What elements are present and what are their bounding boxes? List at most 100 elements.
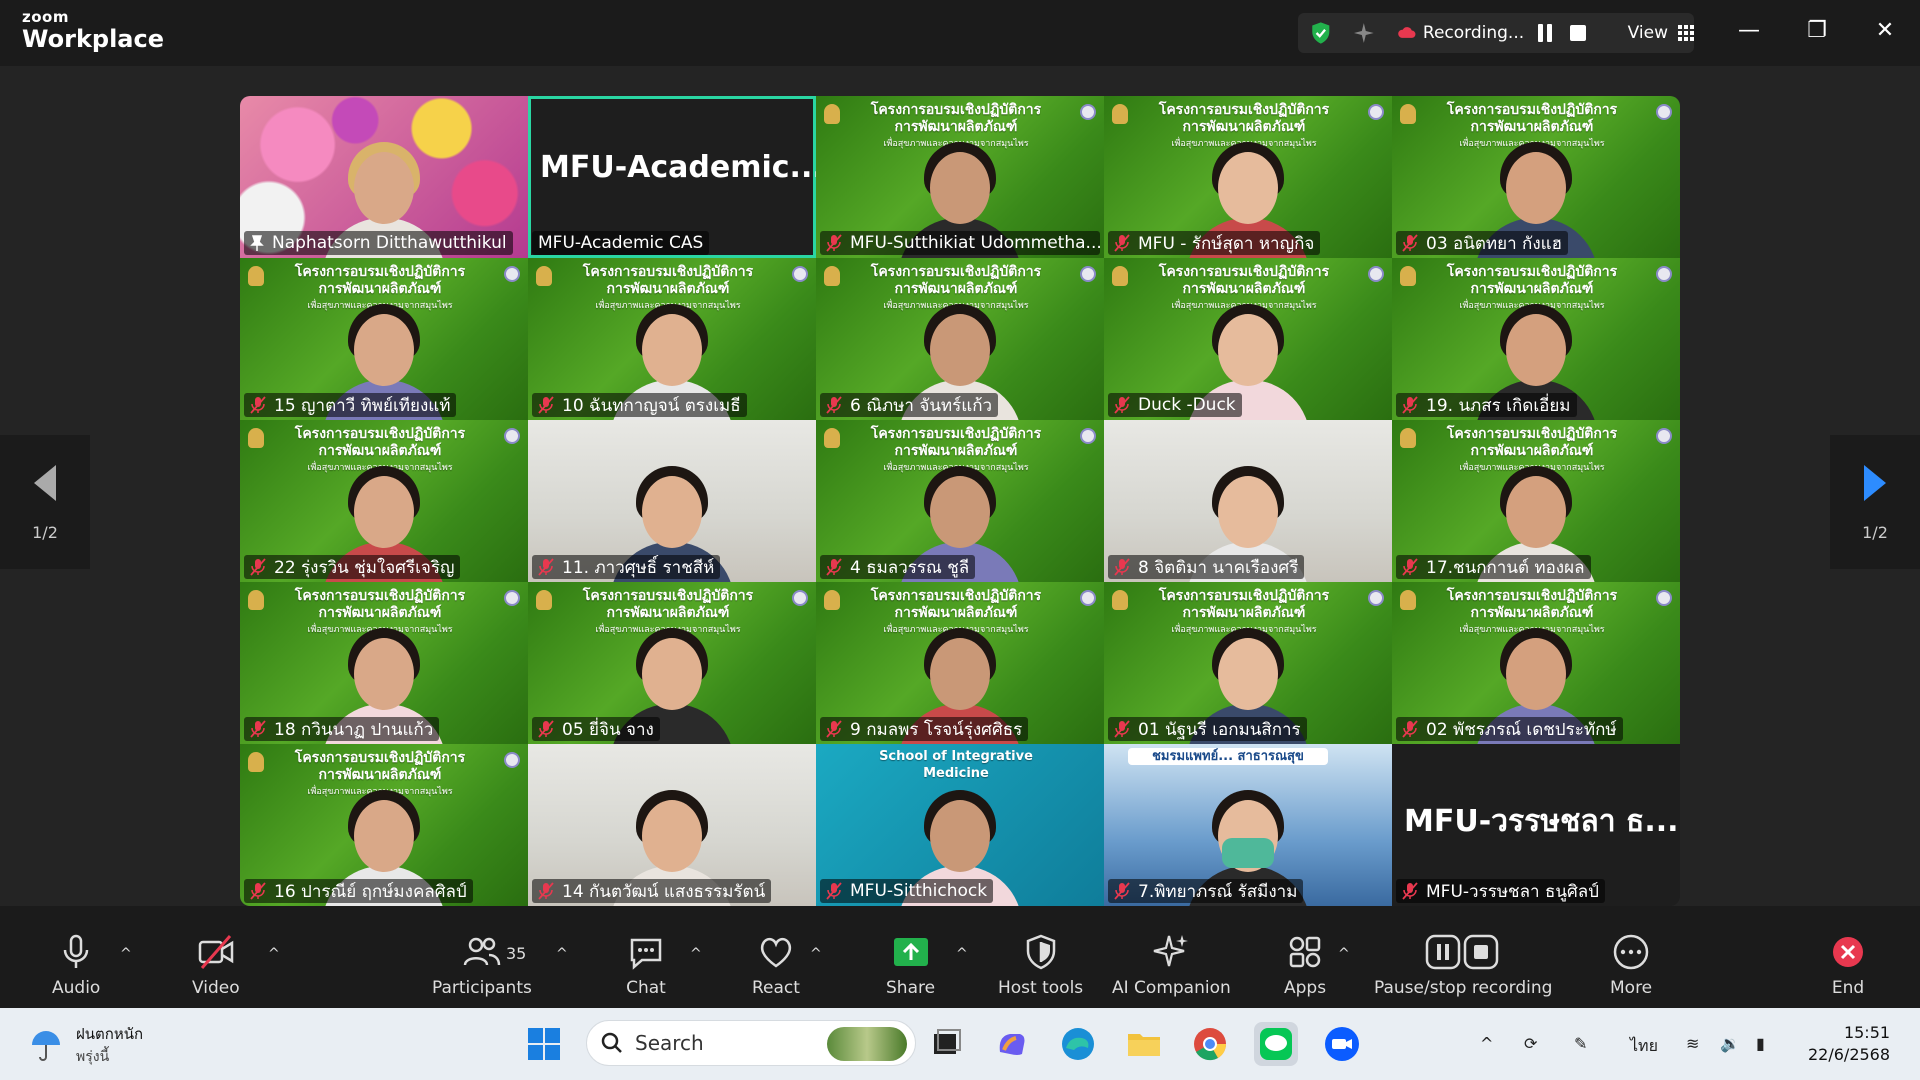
- participant-name: MFU - รักษ์สุดา หาญกิจ: [1138, 233, 1315, 254]
- wifi-icon[interactable]: ≋: [1686, 1034, 1699, 1053]
- participants-options-caret[interactable]: ^: [556, 946, 568, 962]
- pen-input-icon[interactable]: ✎: [1574, 1034, 1587, 1053]
- participant-tile[interactable]: โครงการอบรมเชิงปฏิบัติการ การพัฒนาผลิตภัณ…: [816, 420, 1104, 582]
- share-options-caret[interactable]: ^: [956, 946, 968, 962]
- participant-tile[interactable]: School of Integrative Medicine MFU-Sitthi…: [816, 744, 1104, 906]
- show-hidden-icons[interactable]: ^: [1480, 1034, 1493, 1053]
- participant-tile[interactable]: Naphatsorn Ditthawutthikul: [240, 96, 528, 258]
- seal-icon: [1656, 428, 1672, 444]
- apps-button[interactable]: Apps: [1284, 932, 1326, 998]
- participant-tile[interactable]: โครงการอบรมเชิงปฏิบัติการ การพัฒนาผลิตภัณ…: [1392, 420, 1680, 582]
- participant-name-tag: 02 พัชรภรณ์ เดชประทักษ์: [1396, 717, 1623, 741]
- participant-tile[interactable]: โครงการอบรมเชิงปฏิบัติการ การพัฒนาผลิตภัณ…: [1392, 582, 1680, 744]
- share-label: Share: [886, 978, 936, 998]
- stop-recording-icon[interactable]: [1569, 25, 1586, 41]
- pause-recording-icon[interactable]: [1538, 24, 1554, 42]
- participant-tile[interactable]: โครงการอบรมเชิงปฏิบัติการ การพัฒนาผลิตภัณ…: [528, 258, 816, 420]
- pause-stop-label: Pause/stop recording: [1374, 978, 1553, 998]
- edge-browser-icon[interactable]: [1056, 1022, 1100, 1066]
- participant-tile[interactable]: ชมรมแพทย์... สาธารณสุข 7.พิทยาภรณ์ รัสมีง…: [1104, 744, 1392, 906]
- participant-tile[interactable]: โครงการอบรมเชิงปฏิบัติการ การพัฒนาผลิตภัณ…: [240, 744, 528, 906]
- audio-button[interactable]: Audio: [52, 932, 100, 998]
- view-button[interactable]: View: [1628, 23, 1694, 43]
- heart-icon: [760, 937, 791, 968]
- participant-tile[interactable]: โครงการอบรมเชิงปฏิบัติการ การพัฒนาผลิตภัณ…: [1104, 582, 1392, 744]
- video-button[interactable]: Video: [192, 932, 240, 998]
- brand-small: zoom: [22, 8, 69, 26]
- participant-tile[interactable]: โครงการอบรมเชิงปฏิบัติการ การพัฒนาผลิตภัณ…: [816, 258, 1104, 420]
- participant-tile[interactable]: MFU-วรรษชลา ธ... MFU-วรรษชลา ธนูศิลป์: [1392, 744, 1680, 906]
- video-label: Video: [192, 978, 240, 998]
- muted-microphone-icon: [538, 396, 554, 414]
- seal-icon: [1656, 266, 1672, 282]
- weather-widget[interactable]: ฝนตกหนัก พรุ่งนี้: [28, 1022, 143, 1068]
- chat-button[interactable]: Chat: [626, 932, 666, 998]
- ai-sparkle-icon[interactable]: [1352, 21, 1376, 45]
- participant-tile[interactable]: 14 กันตวัฒน์ แสงธรรมรัตน์: [528, 744, 816, 906]
- apps-options-caret[interactable]: ^: [1338, 946, 1350, 962]
- volume-icon[interactable]: 🔉: [1720, 1034, 1740, 1053]
- ai-companion-button[interactable]: AI Companion: [1112, 932, 1231, 998]
- end-button[interactable]: End: [1828, 932, 1868, 998]
- copilot-icon[interactable]: [990, 1022, 1034, 1066]
- emblem-icon: [248, 590, 264, 610]
- clock-time: 15:51: [1843, 1023, 1891, 1042]
- react-options-caret[interactable]: ^: [810, 946, 822, 962]
- host-tools-button[interactable]: Host tools: [998, 932, 1083, 998]
- participant-tile[interactable]: 8 จิตติมา นาคเรืองศรี: [1104, 420, 1392, 582]
- more-button[interactable]: More: [1610, 932, 1652, 998]
- participant-display-name: MFU-วรรษชลา ธ...: [1404, 804, 1679, 839]
- participant-name-tag: 6 ณิภษา จันทร์แก้ว: [820, 393, 999, 417]
- windows-start-icon[interactable]: [522, 1022, 566, 1066]
- participant-tile[interactable]: โครงการอบรมเชิงปฏิบัติการ การพัฒนาผลิตภัณ…: [240, 258, 528, 420]
- participant-name-tag: 15 ญาตาวี ทิพย์เทียงแท้: [244, 393, 457, 417]
- file-explorer-icon[interactable]: [1122, 1022, 1166, 1066]
- participant-name-tag: 9 กมลพร โรจน์รุ่งศศิธร: [820, 717, 1029, 741]
- muted-microphone-icon: [1402, 558, 1418, 576]
- participant-tile[interactable]: โครงการอบรมเชิงปฏิบัติการ การพัฒนาผลิตภัณ…: [240, 420, 528, 582]
- zoom-app-icon[interactable]: [1320, 1022, 1364, 1066]
- taskbar-search-box[interactable]: Search: [586, 1020, 916, 1066]
- participant-name: 15 ญาตาวี ทิพย์เทียงแท้: [274, 395, 451, 416]
- pause-stop-recording-button[interactable]: Pause/stop recording: [1374, 932, 1552, 998]
- chrome-browser-icon[interactable]: [1188, 1022, 1232, 1066]
- participant-name: 19. นภสร เกิดเอี่ยม: [1426, 395, 1571, 416]
- react-button[interactable]: React: [752, 932, 800, 998]
- participant-tile[interactable]: โครงการอบรมเชิงปฏิบัติการ การพัฒนาผลิตภัณ…: [240, 582, 528, 744]
- task-view-icon[interactable]: [924, 1022, 968, 1066]
- chat-options-caret[interactable]: ^: [690, 946, 702, 962]
- close-icon[interactable]: ✕: [1870, 18, 1900, 43]
- restore-icon[interactable]: ❐: [1802, 18, 1832, 43]
- participant-tile[interactable]: โครงการอบรมเชิงปฏิบัติการ การพัฒนาผลิตภัณ…: [1392, 258, 1680, 420]
- security-shield-icon[interactable]: [1308, 20, 1334, 46]
- participant-name-tag: Duck -Duck: [1108, 393, 1242, 417]
- participant-tile[interactable]: 11. ภาวศุษธิ์ ราชสีห์: [528, 420, 816, 582]
- audio-options-caret[interactable]: ^: [120, 946, 132, 962]
- participants-button[interactable]: Participants: [432, 932, 532, 998]
- share-button[interactable]: Share: [886, 932, 935, 998]
- seal-icon: [504, 752, 520, 768]
- next-page-button[interactable]: 1/2: [1830, 435, 1920, 569]
- minimize-icon[interactable]: —: [1734, 18, 1764, 43]
- participant-tile[interactable]: โครงการอบรมเชิงปฏิบัติการ การพัฒนาผลิตภัณ…: [1104, 96, 1392, 258]
- system-clock[interactable]: 15:51 22/6/2568: [1808, 1022, 1890, 1066]
- participant-tile[interactable]: โครงการอบรมเชิงปฏิบัติการ การพัฒนาผลิตภัณ…: [816, 582, 1104, 744]
- video-options-caret[interactable]: ^: [268, 946, 280, 962]
- participant-tile[interactable]: โครงการอบรมเชิงปฏิบัติการ การพัฒนาผลิตภัณ…: [1392, 96, 1680, 258]
- participants-label: Participants: [432, 978, 532, 998]
- windows-taskbar: ฝนตกหนัก พรุ่งนี้ Search ^ ⟳ ✎ ไทย ≋ 🔉 ▮…: [0, 1008, 1920, 1080]
- meeting-toolbar: Audio ^ Video ^ Participants 35 ^ Chat ^…: [0, 906, 1920, 1008]
- muted-microphone-icon: [1114, 234, 1130, 252]
- previous-page-button[interactable]: 1/2: [0, 435, 90, 569]
- participant-tile[interactable]: โครงการอบรมเชิงปฏิบัติการ การพัฒนาผลิตภัณ…: [1104, 258, 1392, 420]
- participant-tile[interactable]: โครงการอบรมเชิงปฏิบัติการ การพัฒนาผลิตภัณ…: [528, 582, 816, 744]
- audio-label: Audio: [52, 978, 101, 998]
- input-language[interactable]: ไทย: [1630, 1034, 1658, 1059]
- muted-microphone-icon: [250, 396, 266, 414]
- line-app-icon[interactable]: [1254, 1022, 1298, 1066]
- battery-icon[interactable]: ▮: [1756, 1034, 1765, 1053]
- participant-tile[interactable]: MFU-Academic... MFU-Academic CAS: [528, 96, 816, 258]
- sync-icon[interactable]: ⟳: [1524, 1034, 1537, 1053]
- participant-tile[interactable]: โครงการอบรมเชิงปฏิบัติการ การพัฒนาผลิตภัณ…: [816, 96, 1104, 258]
- view-label: View: [1627, 23, 1668, 43]
